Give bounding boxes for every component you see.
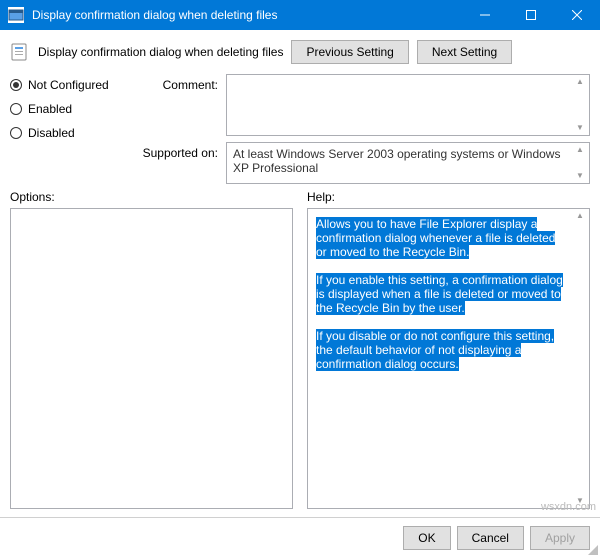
radio-icon — [10, 127, 22, 139]
radio-icon — [10, 103, 22, 115]
supported-on-text: At least Windows Server 2003 operating s… — [226, 142, 590, 184]
radio-disabled[interactable]: Disabled — [10, 126, 130, 140]
scrollbar[interactable]: ▲▼ — [573, 77, 587, 133]
next-setting-button[interactable]: Next Setting — [417, 40, 512, 64]
policy-icon — [10, 42, 30, 62]
help-text: If you enable this setting, a confirmati… — [316, 273, 563, 315]
scrollbar[interactable]: ▲▼ — [573, 211, 587, 506]
titlebar: Display confirmation dialog when deletin… — [0, 0, 600, 30]
options-panel — [10, 208, 293, 509]
help-text: If you disable or do not configure this … — [316, 329, 554, 371]
close-button[interactable] — [554, 0, 600, 30]
supported-on-label: Supported on: — [138, 142, 218, 184]
policy-window-icon — [8, 7, 24, 23]
radio-not-configured[interactable]: Not Configured — [10, 78, 130, 92]
window-title: Display confirmation dialog when deletin… — [32, 8, 462, 22]
radio-icon — [10, 79, 22, 91]
minimize-button[interactable] — [462, 0, 508, 30]
policy-title: Display confirmation dialog when deletin… — [38, 45, 283, 59]
options-label: Options: — [10, 190, 293, 204]
radio-label: Disabled — [28, 126, 75, 140]
comment-label: Comment: — [138, 74, 218, 136]
previous-setting-button[interactable]: Previous Setting — [291, 40, 408, 64]
help-label: Help: — [307, 190, 590, 204]
apply-button[interactable]: Apply — [530, 526, 590, 550]
scrollbar[interactable]: ▲▼ — [573, 145, 587, 181]
dialog-footer: OK Cancel Apply — [0, 517, 600, 557]
radio-label: Not Configured — [28, 78, 109, 92]
comment-textarea[interactable]: ▲▼ — [226, 74, 590, 136]
ok-button[interactable]: OK — [403, 526, 450, 550]
help-panel[interactable]: Allows you to have File Explorer display… — [307, 208, 590, 509]
maximize-button[interactable] — [508, 0, 554, 30]
state-radio-group: Not Configured Enabled Disabled — [10, 74, 130, 184]
radio-enabled[interactable]: Enabled — [10, 102, 130, 116]
radio-label: Enabled — [28, 102, 72, 116]
cancel-button[interactable]: Cancel — [457, 526, 524, 550]
help-text: Allows you to have File Explorer display… — [316, 217, 555, 259]
resize-grip-icon[interactable] — [586, 543, 598, 555]
